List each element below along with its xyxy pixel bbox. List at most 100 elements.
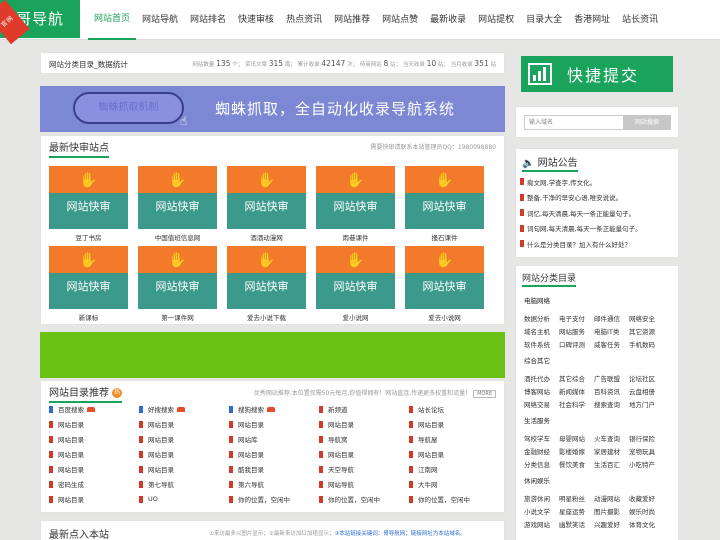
category-link[interactable]: 驾校学车 bbox=[524, 433, 559, 443]
directory-link[interactable]: 网站目录 bbox=[49, 464, 139, 474]
category-link[interactable]: 银行保险 bbox=[629, 433, 664, 443]
category-link[interactable]: 网络安全 bbox=[629, 313, 664, 323]
category-link[interactable]: 金融财经 bbox=[524, 446, 559, 456]
directory-link[interactable]: 天空导航 bbox=[319, 464, 409, 474]
directory-link[interactable]: 你的位置，空闲中 bbox=[409, 494, 499, 504]
category-link[interactable]: 火车查询 bbox=[594, 433, 629, 443]
category-link[interactable]: 小吃特产 bbox=[629, 459, 664, 469]
category-link[interactable]: 幽默笑话 bbox=[559, 519, 594, 529]
category-link[interactable]: 域名主机 bbox=[524, 326, 559, 336]
directory-link[interactable]: 网站目录 bbox=[49, 419, 139, 429]
directory-link[interactable]: 导航屋 bbox=[409, 434, 499, 444]
directory-link[interactable]: 网站目录 bbox=[319, 419, 409, 429]
category-link[interactable]: 其它资源 bbox=[629, 326, 664, 336]
category-link[interactable]: 百科资讯 bbox=[594, 386, 629, 396]
directory-link[interactable]: 好搜搜索 bbox=[139, 404, 229, 414]
directory-link[interactable]: UO bbox=[139, 494, 229, 504]
nav-item-recommend[interactable]: 网站推荐 bbox=[328, 0, 376, 40]
category-link[interactable]: 云盘相册 bbox=[629, 386, 664, 396]
category-link[interactable]: 数据分析 bbox=[524, 313, 559, 323]
directory-link[interactable]: 网站目录 bbox=[319, 449, 409, 459]
category-link[interactable]: 威客任务 bbox=[594, 339, 629, 349]
directory-link[interactable]: 网站目录 bbox=[49, 494, 139, 504]
site-search-button[interactable]: 网站搜索 bbox=[623, 115, 671, 130]
nav-item-directory[interactable]: 目录大全 bbox=[520, 0, 568, 40]
nav-item-home[interactable]: 网站首页 bbox=[88, 0, 137, 40]
directory-link[interactable]: 大牛网 bbox=[409, 479, 499, 489]
site-card[interactable]: ✋ 网站快审 新课标 bbox=[49, 246, 128, 322]
category-link[interactable]: 新闻媒体 bbox=[559, 386, 594, 396]
site-card[interactable]: ✋ 网站快审 豆丁书房 bbox=[49, 166, 128, 242]
nav-item-ranking[interactable]: 网站排名 bbox=[184, 0, 232, 40]
site-card[interactable]: ✋ 网站快审 爱去小说下载 bbox=[227, 246, 306, 322]
announcement-item[interactable]: 词句网,每天清晨,每天一条正能量句子。 bbox=[520, 221, 642, 237]
category-link[interactable]: 电子支付 bbox=[559, 313, 594, 323]
category-link[interactable]: 社会科学 bbox=[559, 399, 594, 409]
directory-link[interactable]: 江南网 bbox=[409, 464, 499, 474]
site-card[interactable]: ✋ 网站快审 搔石课件 bbox=[405, 166, 484, 242]
category-link[interactable]: 娱乐时尚 bbox=[629, 506, 664, 516]
nav-item-fast-review[interactable]: 快速审核 bbox=[232, 0, 280, 40]
directory-link[interactable]: 网站导航 bbox=[319, 479, 409, 489]
directory-link[interactable]: 导航窝 bbox=[319, 434, 409, 444]
site-card[interactable]: ✋ 网站快审 爱去小说网 bbox=[405, 246, 484, 322]
directory-link[interactable]: 网站目录 bbox=[139, 419, 229, 429]
category-link[interactable]: 影楼婚嫁 bbox=[559, 446, 594, 456]
category-link[interactable]: 收藏爱好 bbox=[629, 493, 664, 503]
directory-link[interactable]: 网站目录 bbox=[139, 434, 229, 444]
spider-banner[interactable]: 蜘蛛抓取机制 ☝ 蜘蛛抓取，全自动化收录导航系统 bbox=[40, 86, 505, 132]
category-link[interactable]: 明星粉丝 bbox=[559, 493, 594, 503]
category-link[interactable]: 小说文学 bbox=[524, 506, 559, 516]
category-link[interactable]: 手机数码 bbox=[629, 339, 664, 349]
category-link[interactable]: 兴趣爱好 bbox=[594, 519, 629, 529]
category-link[interactable]: 其它综合 bbox=[559, 373, 594, 383]
directory-link[interactable]: 网站库 bbox=[229, 434, 319, 444]
category-link[interactable]: 生活百汇 bbox=[594, 459, 629, 469]
directory-link[interactable]: 你的位置，空闲中 bbox=[229, 494, 319, 504]
category-link[interactable]: 动漫网站 bbox=[594, 493, 629, 503]
directory-link[interactable]: 你的位置，空闲中 bbox=[319, 494, 409, 504]
nav-item-webmaster-news[interactable]: 站长资讯 bbox=[616, 0, 664, 40]
announcement-item[interactable]: 词忆,每天清晨,每天一条正能量句子。 bbox=[520, 205, 642, 221]
category-link[interactable]: 星座运势 bbox=[559, 506, 594, 516]
category-link[interactable]: 图片摄影 bbox=[594, 506, 629, 516]
directory-link[interactable]: 新频道 bbox=[319, 404, 409, 414]
category-link[interactable]: 宠物玩具 bbox=[629, 446, 664, 456]
category-link[interactable]: 广告联盟 bbox=[594, 373, 629, 383]
site-logo[interactable]: 哥导航 官网 bbox=[0, 0, 80, 45]
category-link[interactable]: 分类信息 bbox=[524, 459, 559, 469]
category-link[interactable]: 论坛社区 bbox=[629, 373, 664, 383]
nav-item-navigation[interactable]: 网站导航 bbox=[136, 0, 184, 40]
category-link[interactable]: 游戏网站 bbox=[524, 519, 559, 529]
directory-link[interactable]: 站长论坛 bbox=[409, 404, 499, 414]
directory-link[interactable]: 网站目录 bbox=[49, 434, 139, 444]
category-link[interactable]: 口碑评测 bbox=[559, 339, 594, 349]
category-link[interactable]: 旅游休闲 bbox=[524, 493, 559, 503]
directory-link[interactable]: 密码生成 bbox=[49, 479, 139, 489]
category-link[interactable]: 体育文化 bbox=[629, 519, 664, 529]
announcement-item[interactable]: 整备,干净的早安心语,唯安说说。 bbox=[520, 190, 642, 206]
directory-link[interactable]: 网站目录 bbox=[409, 449, 499, 459]
directory-link[interactable]: 网站目录 bbox=[229, 419, 319, 429]
category-link[interactable]: 邮件通信 bbox=[594, 313, 629, 323]
domain-input[interactable]: 输入域名 bbox=[524, 115, 624, 130]
category-link[interactable]: 软件系统 bbox=[524, 339, 559, 349]
site-card[interactable]: ✋ 网站快审 第一课件网 bbox=[138, 246, 217, 322]
site-card[interactable]: ✋ 网站快审 中国值班信息网 bbox=[138, 166, 217, 242]
category-link[interactable]: 搜索查询 bbox=[594, 399, 629, 409]
category-link[interactable]: 地方门户 bbox=[629, 399, 664, 409]
directory-link[interactable]: 网站目录 bbox=[139, 464, 229, 474]
directory-link[interactable]: 百度搜索 bbox=[49, 404, 139, 414]
directory-link[interactable]: 网站目录 bbox=[49, 449, 139, 459]
site-card[interactable]: ✋ 网站快审 雨巷课件 bbox=[316, 166, 395, 242]
directory-link[interactable]: 网站目录 bbox=[409, 419, 499, 429]
green-ad-banner[interactable] bbox=[40, 332, 505, 378]
announcement-item[interactable]: 什么是分类目录？加入有什么好处？ bbox=[520, 236, 642, 252]
directory-link[interactable]: 第七导航 bbox=[139, 479, 229, 489]
directory-link[interactable]: 第六导航 bbox=[229, 479, 319, 489]
site-card[interactable]: ✋ 网站快审 酒酒动漫网 bbox=[227, 166, 306, 242]
more-button[interactable]: MORE bbox=[473, 390, 496, 398]
announcement-item[interactable]: 痴文网,学查字,传文化。 bbox=[520, 174, 642, 190]
directory-link[interactable]: 搜狗搜索 bbox=[229, 404, 319, 414]
nav-item-latest[interactable]: 最新收录 bbox=[424, 0, 472, 40]
